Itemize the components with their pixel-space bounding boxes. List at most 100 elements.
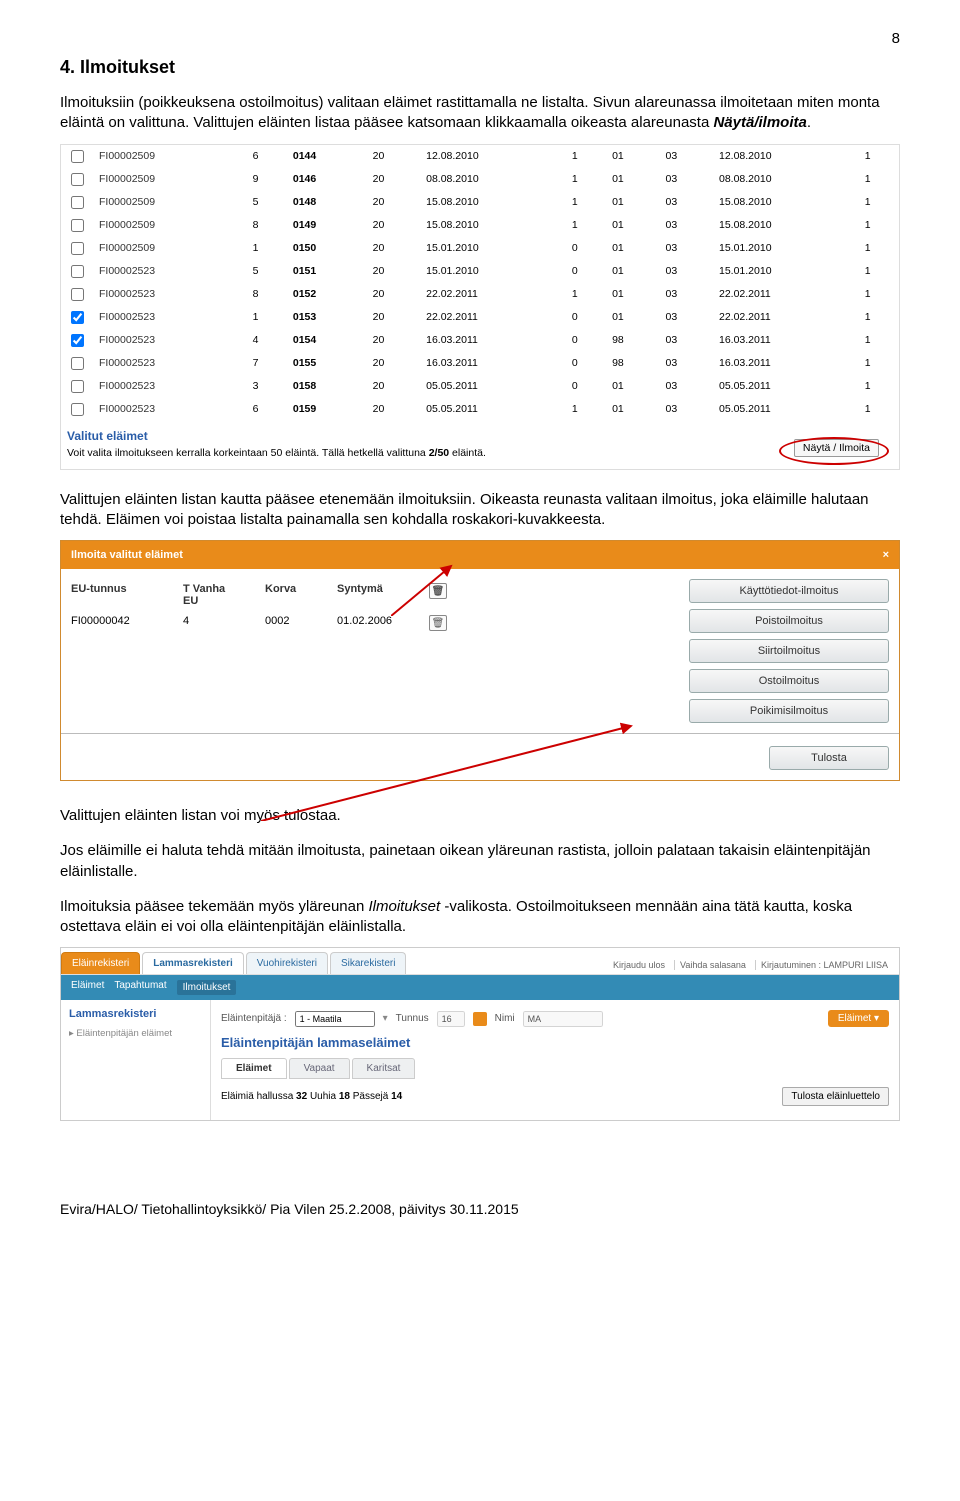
keeper-select[interactable]	[295, 1011, 375, 1027]
table-row: FI00002523301582005.05.20110010305.05.20…	[61, 375, 899, 398]
dropdown-icon[interactable]: ▾	[383, 1013, 388, 1024]
cell-c9: 03	[660, 145, 713, 168]
tunnus-input[interactable]	[437, 1011, 465, 1027]
tab-elainrekisteri[interactable]: Eläinrekisteri	[61, 952, 140, 974]
col-tv-header: T Vanha EU	[183, 583, 243, 607]
action-button[interactable]: Poistoilmoitus	[689, 609, 889, 633]
sel-sub-a: Voit valita ilmoitukseen kerralla korkei…	[67, 447, 429, 459]
cell-c11: 1	[859, 237, 899, 260]
cell-c6: 15.08.2010	[420, 191, 566, 214]
subnav-ilmoitukset[interactable]: Ilmoitukset	[177, 980, 237, 995]
row-checkbox[interactable]	[71, 150, 84, 163]
table-row: FI00002509501482015.08.20101010315.08.20…	[61, 191, 899, 214]
subtab-karitsat[interactable]: Karitsat	[352, 1058, 416, 1079]
counts-c: Uuhia	[307, 1091, 339, 1102]
cell-c5: 20	[367, 375, 420, 398]
action-button[interactable]: Poikimisilmoitus	[689, 699, 889, 723]
action-button[interactable]: Ostoilmoitus	[689, 669, 889, 693]
col-korva-header: Korva	[265, 583, 315, 607]
row-checkbox[interactable]	[71, 403, 84, 416]
print-list-button[interactable]: Tulosta eläinluettelo	[782, 1087, 889, 1106]
action-button[interactable]: Siirtoilmoitus	[689, 639, 889, 663]
top-navigation: Eläinrekisteri Lammasrekisteri Vuohireki…	[61, 948, 899, 975]
row-checkbox[interactable]	[71, 219, 84, 232]
tab-lammasrekisteri[interactable]: Lammasrekisteri	[142, 952, 244, 974]
count-row: Eläimiä hallussa 32 Uuhia 18 Pässejä 14 …	[221, 1083, 889, 1110]
subnav-tapahtumat[interactable]: Tapahtumat	[114, 980, 166, 995]
row-checkbox[interactable]	[71, 380, 84, 393]
cell-c4: 0149	[287, 214, 367, 237]
cell-fi: FI00002523	[93, 398, 247, 421]
delete-row-button[interactable]: 🗑	[429, 615, 447, 631]
tab-vuohirekisteri[interactable]: Vuohirekisteri	[246, 952, 328, 974]
keeper-label: Eläintenpitäjä :	[221, 1013, 287, 1024]
row-checkbox[interactable]	[71, 288, 84, 301]
cell-c7: 0	[566, 329, 606, 352]
cell-c9: 03	[660, 168, 713, 191]
cell-c7: 0	[566, 306, 606, 329]
cell-c10: 15.08.2010	[713, 191, 859, 214]
cell-c4: 0146	[287, 168, 367, 191]
cell-fi: FI00002523	[93, 283, 247, 306]
row-checkbox[interactable]	[71, 265, 84, 278]
row-checkbox[interactable]	[71, 173, 84, 186]
dialog-close-button[interactable]: ×	[883, 549, 889, 561]
paragraph-4: Jos eläimille ei haluta tehdä mitään ilm…	[60, 841, 900, 882]
show-report-button[interactable]: Näytä / Ilmoita	[794, 439, 879, 457]
logout-link[interactable]: Kirjaudu ulos	[608, 960, 670, 970]
cell-c7: 0	[566, 375, 606, 398]
action-button[interactable]: Käyttötiedot-ilmoitus	[689, 579, 889, 603]
cell-c4: 0148	[287, 191, 367, 214]
search-icon[interactable]	[473, 1012, 487, 1026]
cell-fi: FI00002523	[93, 375, 247, 398]
row-checkbox[interactable]	[71, 357, 84, 370]
cell-c3: 9	[247, 168, 287, 191]
cell-c9: 03	[660, 237, 713, 260]
intro-paragraph: Ilmoituksiin (poikkeuksena ostoilmoitus)…	[60, 93, 900, 134]
cell-fi: FI00002509	[93, 168, 247, 191]
cell-c6: 16.03.2011	[420, 352, 566, 375]
row-checkbox[interactable]	[71, 311, 84, 324]
cell-c11: 1	[859, 191, 899, 214]
col-eu-header: EU-tunnus	[71, 583, 161, 607]
top-links: Kirjaudu ulos Vaihda salasana Kirjautumi…	[602, 956, 899, 974]
nimi-input[interactable]	[523, 1011, 603, 1027]
tab-sikarekisteri[interactable]: Sikarekisteri	[330, 952, 406, 974]
cell-c5: 20	[367, 237, 420, 260]
cell-c5: 20	[367, 214, 420, 237]
sidebar-item-animals[interactable]: ▸ Eläintenpitäjän eläimet	[69, 1026, 202, 1041]
row-checkbox[interactable]	[71, 196, 84, 209]
cell-c7: 1	[566, 145, 606, 168]
cell-c10: 05.05.2011	[713, 398, 859, 421]
cell-c5: 20	[367, 191, 420, 214]
login-info: Kirjautuminen : LAMPURI LIISA	[755, 960, 893, 970]
table-row: FI00002523101532022.02.20110010322.02.20…	[61, 306, 899, 329]
cell-c8: 01	[606, 214, 659, 237]
cell-c3: 8	[247, 283, 287, 306]
cell-c4: 0155	[287, 352, 367, 375]
cell-c4: 0150	[287, 237, 367, 260]
tunnus-label: Tunnus	[396, 1013, 429, 1024]
row-checkbox[interactable]	[71, 242, 84, 255]
subtab-elaimet[interactable]: Eläimet	[221, 1058, 287, 1079]
sel-sub-c: eläintä.	[449, 447, 486, 459]
print-button[interactable]: Tulosta	[769, 746, 889, 770]
change-password-link[interactable]: Vaihda salasana	[674, 960, 751, 970]
cell-c4: 0144	[287, 145, 367, 168]
cell-c6: 22.02.2011	[420, 306, 566, 329]
subtab-vapaat[interactable]: Vapaat	[289, 1058, 350, 1079]
page-footer: Evira/HALO/ Tietohallintoyksikkö/ Pia Vi…	[0, 1201, 960, 1237]
elaimet-button[interactable]: Eläimet ▾	[828, 1010, 889, 1027]
counts-d: 18	[339, 1091, 350, 1102]
cell-fi: FI00002509	[93, 191, 247, 214]
cell-c4: 0151	[287, 260, 367, 283]
cell-c10: 22.02.2011	[713, 306, 859, 329]
table-row: FI00002523601592005.05.20111010305.05.20…	[61, 398, 899, 421]
para5-a: Ilmoituksia pääsee tekemään myös yläreun…	[60, 898, 369, 915]
cell-c7: 1	[566, 398, 606, 421]
counts-a: Eläimiä hallussa	[221, 1091, 296, 1102]
subnav-elaimet[interactable]: Eläimet	[71, 980, 104, 995]
row-checkbox[interactable]	[71, 334, 84, 347]
cell-c8: 01	[606, 398, 659, 421]
cell-c6: 08.08.2010	[420, 168, 566, 191]
